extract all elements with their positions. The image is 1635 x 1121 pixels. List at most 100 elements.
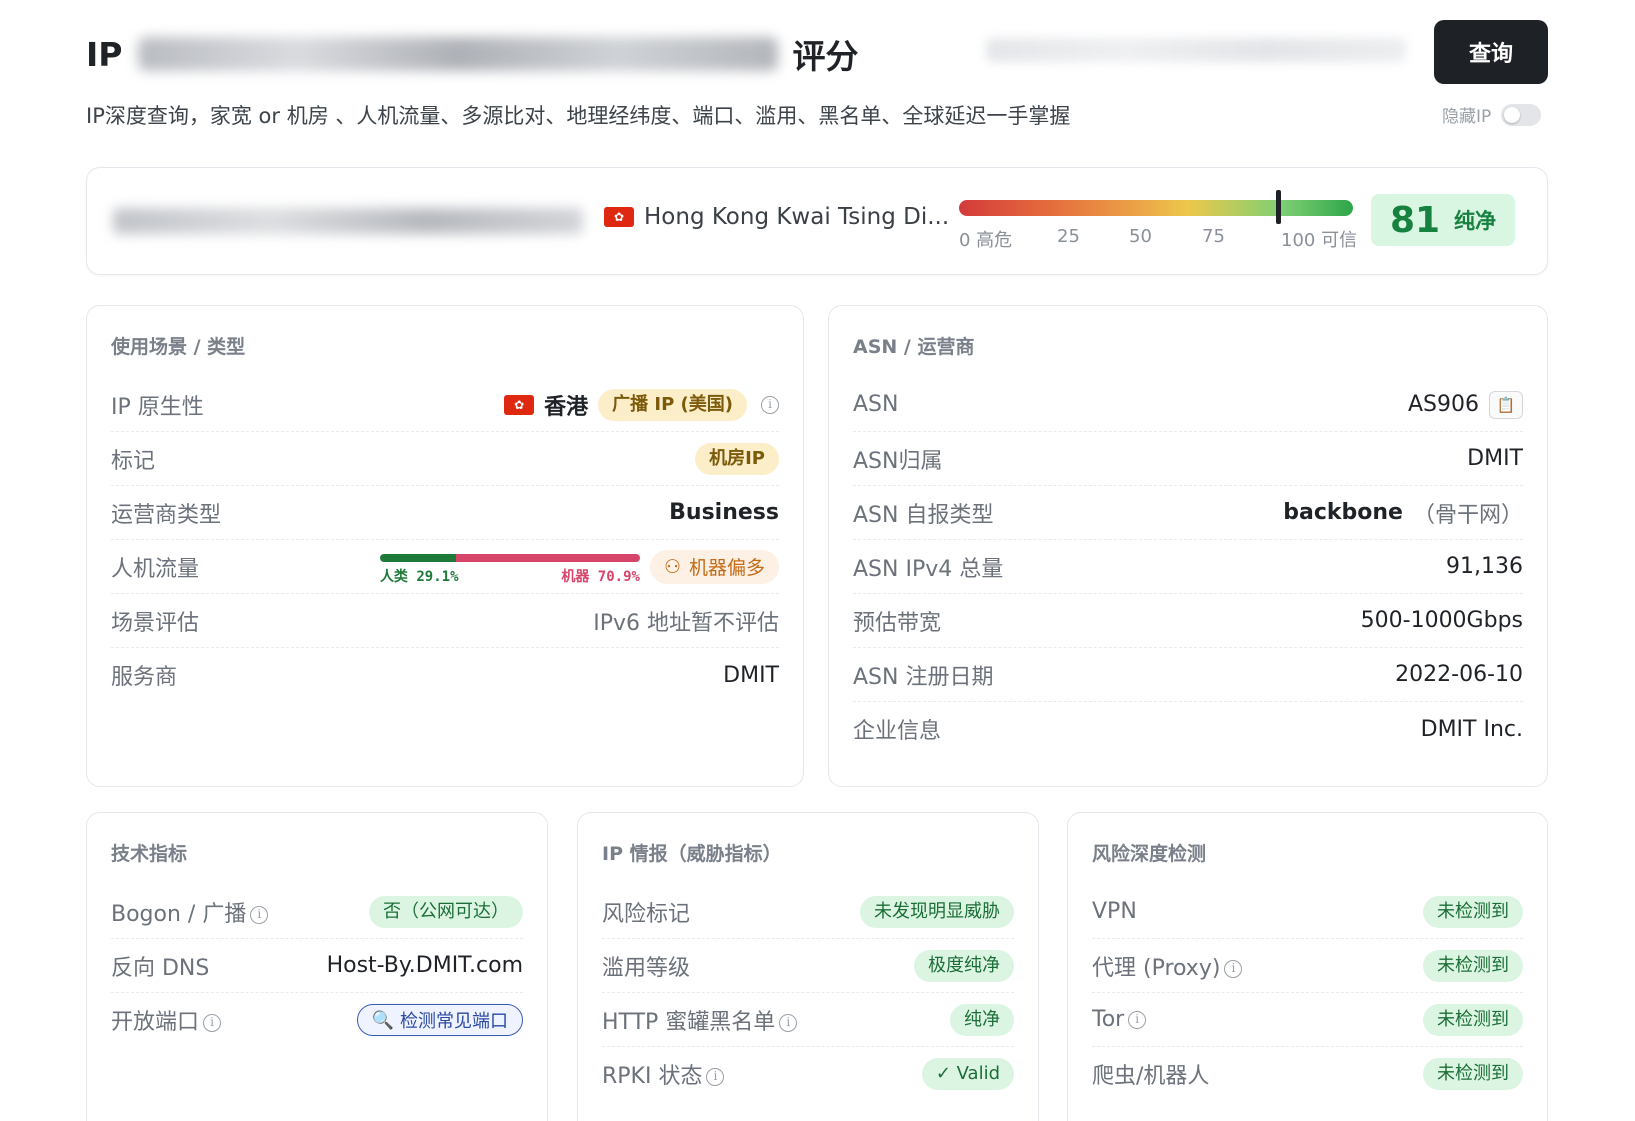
rpki-badge: ✓ Valid (921, 1058, 1014, 1090)
abuse-level-badge: 极度纯净 (914, 949, 1014, 982)
row-ip-native: IP 原生性 ✿ 香港 广播 IP (美国) i (111, 378, 779, 432)
info-icon[interactable]: i (250, 905, 269, 924)
info-icon[interactable]: i (761, 395, 779, 414)
tech-metrics-card: 技术指标 Bogon / 广播 i 否（公网可达） 反向 DNS Host-By.… (86, 812, 548, 1121)
location-text: Hong Kong Kwai Tsing Di... (644, 204, 950, 230)
row-label: 爬虫/机器人 (1092, 1064, 1210, 1089)
crawler-badge: 未检测到 (1423, 1058, 1523, 1090)
tor-badge: 未检测到 (1423, 1003, 1523, 1036)
usage-type-card: 使用场景 / 类型 IP 原生性 ✿ 香港 广播 IP (美国) i 标记 机房… (86, 305, 804, 787)
hide-ip-toggle[interactable] (1501, 103, 1542, 126)
row-asn-owner: ASN归属 DMIT (853, 432, 1523, 486)
row-label: ASN 自报类型 (853, 502, 994, 528)
info-icon[interactable]: i (1224, 959, 1243, 978)
bot-majority-label: 机器偏多 (688, 557, 765, 579)
score-meter-ticks: 0 高危 25 50 75 100 可信 (959, 226, 1357, 251)
row-tor: Tor i 未检测到 (1092, 993, 1523, 1047)
score-meter-marker (1276, 190, 1282, 224)
row-rdns: 反向 DNS Host-By.DMIT.com (111, 939, 523, 993)
row-label: 运营商类型 (111, 502, 222, 528)
meter-tick: 50 (1129, 226, 1152, 247)
row-bandwidth: 预估带宽 500-1000Gbps (853, 594, 1523, 648)
row-label: 服务商 (111, 665, 178, 690)
row-risk-flag: 风险标记 未发现明显威胁 (602, 885, 1014, 939)
robot-icon: ⚇ (663, 555, 681, 578)
row-label: 代理 (Proxy) (1092, 955, 1221, 981)
org-value: DMIT Inc. (1420, 716, 1523, 742)
search-input[interactable] (986, 38, 1406, 62)
card-title: 使用场景 / 类型 (111, 336, 246, 358)
row-label: ASN 注册日期 (853, 664, 994, 690)
bot-majority-badge: ⚇ 机器偏多 (649, 549, 779, 584)
info-icon[interactable]: i (706, 1068, 725, 1086)
broadcast-ip-badge: 广播 IP (美国) (598, 388, 747, 421)
hong-kong-flag-icon: ✿ (504, 394, 535, 415)
row-label: 人机流量 (111, 556, 200, 582)
traffic-bot-fill (455, 553, 640, 562)
row-abuse-level: 滥用等级 极度纯净 (602, 939, 1014, 993)
info-icon[interactable]: i (203, 1014, 222, 1032)
scan-ports-button[interactable]: 🔍 检测常见端口 (356, 1004, 523, 1036)
meter-tick: 0 高危 (959, 230, 1013, 251)
page-subtitle: IP深度查询，家宽 or 机房 、人机流量、多源比对、地理经纬度、端口、滥用、黑… (86, 104, 1071, 128)
row-label: 风险标记 (602, 901, 691, 927)
query-button[interactable]: 查询 (1434, 20, 1548, 84)
row-asn-date: ASN 注册日期 2022-06-10 (853, 648, 1523, 702)
asn-type-value: backbone (1283, 500, 1403, 525)
redacted-ip-address (113, 208, 583, 234)
row-label: 企业信息 (853, 719, 942, 744)
row-label: 反向 DNS (111, 955, 210, 981)
asn-card: ASN / 运营商 ASN AS906 📋 ASN归属 DMIT ASN 自报类… (828, 305, 1548, 787)
row-provider: 服务商 DMIT (111, 648, 779, 702)
row-org: 企业信息 DMIT Inc. (853, 702, 1523, 756)
row-vpn: VPN 未检测到 (1092, 885, 1523, 939)
toggle-knob (1504, 106, 1521, 123)
row-label: RPKI 状态 (602, 1064, 703, 1089)
card-title: 技术指标 (111, 843, 188, 865)
ip-summary-card: ✿ Hong Kong Kwai Tsing Di... 0 高危 25 50 … (86, 167, 1548, 275)
row-label: ASN (853, 392, 899, 417)
info-icon[interactable]: i (1128, 1011, 1147, 1029)
info-icon[interactable]: i (779, 1013, 798, 1032)
hide-ip-control[interactable]: 隐藏IP (1442, 102, 1542, 127)
row-carrier-type: 运营商类型 Business (111, 486, 779, 540)
bandwidth-value: 500-1000Gbps (1360, 608, 1523, 633)
location: ✿ Hong Kong Kwai Tsing Di... (604, 204, 949, 230)
carrier-type-value: Business (669, 500, 779, 525)
row-label: VPN (1092, 899, 1137, 924)
human-traffic-label: 人类 29.1% (379, 568, 459, 585)
asn-ipv4-value: 91,136 (1446, 554, 1523, 579)
row-label: HTTP 蜜罐黑名单 (602, 1009, 776, 1035)
asn-date-value: 2022-06-10 (1395, 662, 1523, 687)
datacenter-badge: 机房IP (695, 442, 779, 475)
card-title: IP 情报（威胁指标） (602, 843, 782, 865)
row-proxy: 代理 (Proxy) i 未检测到 (1092, 939, 1523, 993)
row-label: ASN归属 (853, 448, 943, 474)
row-rpki: RPKI 状态 i ✓ Valid (602, 1047, 1014, 1101)
meter-tick: 75 (1202, 226, 1225, 247)
row-crawler: 爬虫/机器人 未检测到 (1092, 1047, 1523, 1101)
hide-ip-label: 隐藏IP (1442, 107, 1492, 127)
honeypot-badge: 纯净 (950, 1003, 1014, 1036)
region-value: 香港 (544, 394, 589, 420)
proxy-badge: 未检测到 (1423, 949, 1523, 982)
meter-tick: 25 (1057, 226, 1080, 247)
bot-traffic-label: 机器 70.9% (561, 568, 640, 585)
risk-flag-badge: 未发现明显威胁 (860, 895, 1014, 928)
page-title: IP 评分 (86, 30, 858, 78)
scan-ports-label: 检测常见端口 (400, 1011, 508, 1032)
title-prefix: IP (86, 34, 123, 74)
copy-icon[interactable]: 📋 (1489, 390, 1523, 419)
row-scenario: 场景评估 IPv6 地址暂不评估 (111, 594, 779, 648)
asn-owner-value: DMIT (1467, 446, 1523, 471)
risk-detection-card: 风险深度检测 VPN 未检测到 代理 (Proxy) i 未检测到 Tor i 未检… (1067, 812, 1548, 1121)
page-header: IP 评分 查询 IP深度查询，家宽 or 机房 、人机流量、多源比对、地理经纬… (86, 20, 1548, 160)
row-asn-type: ASN 自报类型 backbone （骨干网） (853, 486, 1523, 540)
score-label: 纯净 (1454, 209, 1497, 233)
score-badge: 81 纯净 (1371, 194, 1515, 246)
score-meter: 0 高危 25 50 75 100 可信 (959, 190, 1357, 260)
score-value: 81 (1389, 199, 1441, 241)
row-asn: ASN AS906 📋 (853, 378, 1523, 432)
row-label: 预估带宽 (853, 610, 942, 636)
threat-intel-card: IP 情报（威胁指标） 风险标记 未发现明显威胁 滥用等级 极度纯净 HTTP … (577, 812, 1039, 1121)
